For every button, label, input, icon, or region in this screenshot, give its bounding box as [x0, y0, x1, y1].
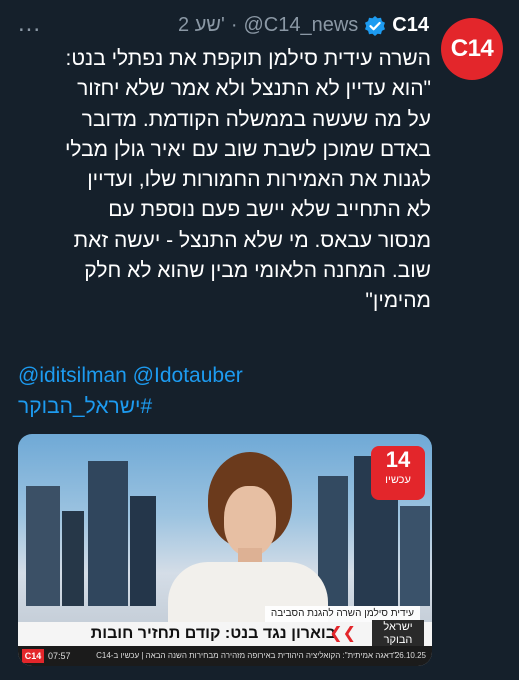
separator-dot: · — [230, 14, 238, 36]
avatar-logo-text: C14 — [450, 35, 494, 62]
author-name[interactable]: C14 — [392, 14, 429, 37]
ticker-logo: C14 — [22, 649, 44, 663]
tweet-timestamp[interactable]: 2 שע' — [178, 14, 225, 37]
headline-text: בוארון נגד בנט: קודם תחזיר חובות — [90, 625, 336, 642]
tweet-media-video[interactable]: 14 עכשיו עידית סילמן השרה להגנת הסביבה ב… — [18, 434, 432, 666]
background-building — [130, 496, 156, 606]
interviewee-face — [224, 486, 276, 556]
more-options-icon[interactable]: ... — [18, 10, 41, 38]
channel-number: 14 — [385, 447, 411, 472]
background-building — [26, 486, 60, 606]
background-building — [400, 506, 430, 606]
ticker-date: 26.10.25 — [394, 651, 426, 660]
chevron-left-icon: ❮❮ — [329, 625, 356, 642]
tweet-header: C14 @C14_news · 2 שע' — [178, 14, 429, 37]
tweet-hashtag[interactable]: #ישראל_הבוקר — [18, 395, 152, 419]
avatar[interactable]: C14 — [441, 18, 503, 80]
verified-badge-icon — [364, 15, 386, 37]
tweet-text: השרה עידית סילמן תוקפת את נפתלי בנט: "הו… — [64, 47, 431, 313]
channel-logo: 14 עכשיו — [371, 446, 425, 500]
author-handle[interactable]: @C14_news — [243, 14, 358, 37]
tweet-mentions[interactable]: @iditsilman @Idotauber — [18, 364, 243, 388]
ticker-time: 07:57 — [48, 651, 71, 661]
show-name-box: ישראל הבוקר — [372, 620, 424, 648]
background-building — [88, 461, 128, 606]
ticker-text: "דאגה אמיתית": הקואליציה היהודית באירופה… — [96, 651, 396, 660]
channel-sub: עכשיו — [385, 474, 411, 486]
background-building — [62, 511, 84, 606]
